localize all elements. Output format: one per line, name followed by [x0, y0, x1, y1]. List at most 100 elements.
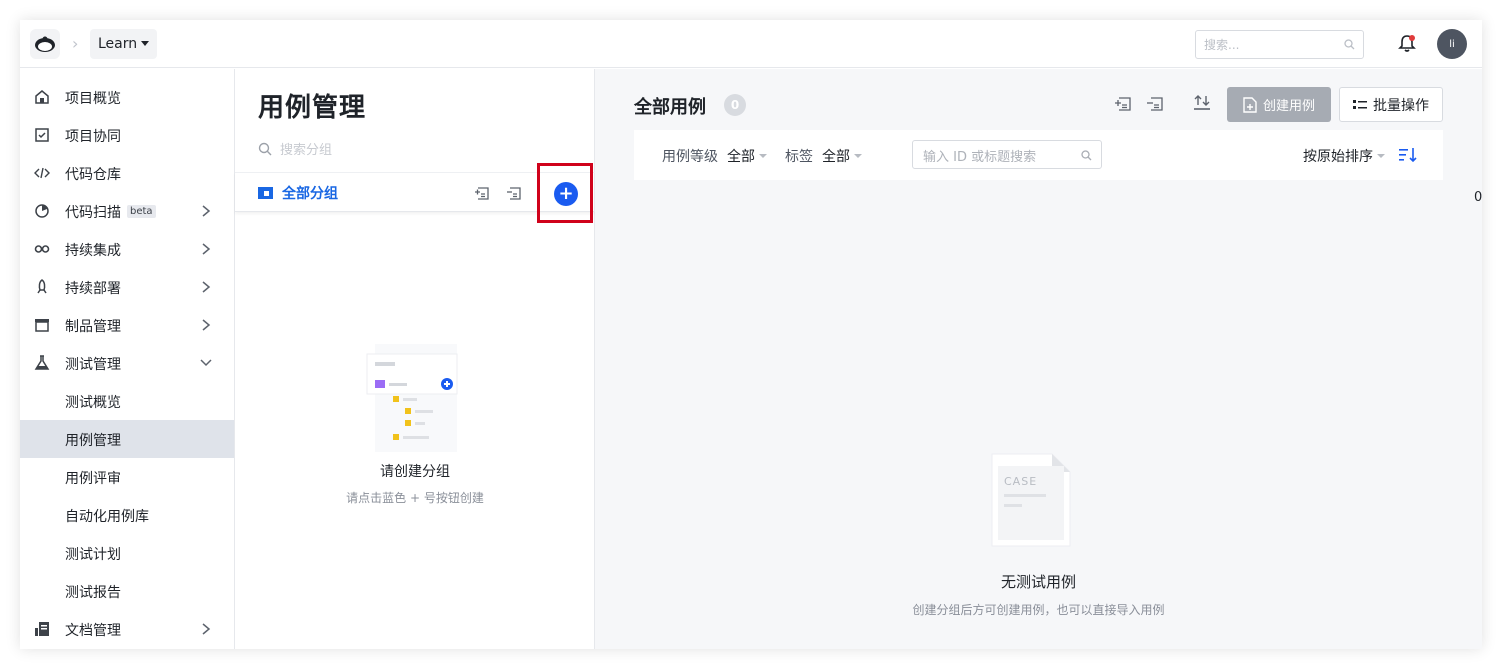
- empty-groups-illustration: [366, 344, 458, 452]
- app-logo[interactable]: [30, 29, 60, 59]
- sidebar-item-label: 测试报告: [65, 585, 121, 601]
- empty-cases-title: 无测试用例: [1000, 573, 1076, 591]
- package-icon: [35, 319, 49, 332]
- case-count-badge: 0: [724, 94, 746, 116]
- chevron-down-icon: [200, 359, 212, 367]
- sidebar-item-docs[interactable]: 文档管理: [20, 610, 234, 648]
- group-search-input[interactable]: 搜索分组: [258, 139, 332, 158]
- code-icon: [34, 167, 50, 179]
- sidebar-item-ci[interactable]: 持续集成: [20, 230, 234, 268]
- sort-select[interactable]: 按原始排序: [1303, 146, 1373, 166]
- app-window: › Learn 搜索... li 项目概览 项目协同 代码仓库 代码扫描 bet…: [20, 20, 1482, 649]
- sidebar-item-test-report[interactable]: 测试报告: [20, 572, 234, 610]
- sidebar-item-label: 持续集成: [65, 243, 121, 259]
- chevron-right-icon: [202, 205, 211, 217]
- expand-all-icon[interactable]: [1114, 95, 1132, 113]
- sidebar-item-label: 项目概览: [65, 91, 121, 107]
- sidebar-item-label: 测试概览: [65, 395, 121, 411]
- scan-icon: [35, 204, 49, 218]
- case-search-input[interactable]: 输入 ID 或标题搜索: [912, 140, 1102, 169]
- create-case-button[interactable]: 创建用例: [1227, 87, 1331, 122]
- sidebar-item-code-repo[interactable]: 代码仓库: [20, 154, 234, 192]
- filter-bar: 用例等级 全部 标签 全部 输入 ID 或标题搜索 按原始排序: [634, 130, 1443, 180]
- sidebar-item-label: 自动化用例库: [65, 509, 149, 525]
- chevron-right-icon: [202, 623, 211, 635]
- global-search-input[interactable]: 搜索...: [1195, 30, 1364, 59]
- folder-icon: [258, 187, 273, 199]
- batch-operation-button[interactable]: 批量操作: [1339, 87, 1443, 122]
- cases-title: 全部用例: [634, 97, 706, 118]
- sidebar-item-label: 制品管理: [65, 319, 121, 335]
- sidebar-item-label: 持续部署: [65, 281, 121, 297]
- sidebar-item-artifacts[interactable]: 制品管理: [20, 306, 234, 344]
- chevron-right-icon: [202, 319, 211, 331]
- chevron-right-icon: [202, 281, 211, 293]
- sidebar-item-automation-library[interactable]: 自动化用例库: [20, 496, 234, 534]
- sidebar-item-case-management[interactable]: 用例管理: [20, 420, 234, 458]
- empty-groups-title: 请创建分组: [380, 464, 450, 480]
- collapse-all-icon[interactable]: [506, 185, 522, 201]
- sidebar-item-collaboration[interactable]: 项目协同: [20, 116, 234, 154]
- project-selector[interactable]: Learn: [90, 29, 158, 59]
- expand-all-icon[interactable]: [474, 185, 490, 201]
- sidebar-item-test-plan[interactable]: 测试计划: [20, 534, 234, 572]
- import-icon[interactable]: [1193, 95, 1211, 113]
- add-file-icon: [1243, 96, 1257, 113]
- tag-filter-label: 标签: [785, 149, 813, 165]
- sidebar-item-project-overview[interactable]: 项目概览: [20, 78, 234, 116]
- sidebar-item-label: 测试计划: [65, 547, 121, 563]
- beta-badge: beta: [127, 205, 156, 218]
- rocket-icon: [37, 279, 47, 294]
- search-icon: [1344, 39, 1355, 50]
- create-case-label: 创建用例: [1262, 99, 1315, 114]
- checkbox-icon: [35, 128, 49, 142]
- top-bar: › Learn 搜索... li: [20, 20, 1482, 68]
- case-illustration-text: CASE: [1004, 475, 1037, 488]
- caret-down-icon: [1377, 154, 1385, 158]
- all-groups-row[interactable]: 全部分组 +: [235, 163, 595, 223]
- home-icon: [35, 90, 49, 104]
- sidebar-item-label: 文档管理: [65, 623, 121, 639]
- sidebar: 项目概览 项目协同 代码仓库 代码扫描 beta 持续集成 持续部署 制品管理 …: [20, 69, 235, 649]
- groups-panel: 用例管理 搜索分组 全部分组 + 请创建分组 请点击蓝色 + 号按钮创建: [235, 69, 595, 649]
- flask-icon: [34, 355, 50, 370]
- sidebar-item-test-overview[interactable]: 测试概览: [20, 382, 234, 420]
- sidebar-item-case-review[interactable]: 用例评审: [20, 458, 234, 496]
- avatar-initials: li: [1449, 38, 1455, 50]
- logo-icon: [35, 36, 55, 52]
- sidebar-item-label: 用例管理: [65, 433, 121, 449]
- group-search-placeholder: 搜索分组: [280, 143, 333, 158]
- caret-down-icon: [854, 154, 862, 158]
- caret-down-icon: [759, 154, 767, 158]
- sidebar-item-test-management[interactable]: 测试管理: [20, 344, 234, 382]
- breadcrumb-separator-icon: ›: [72, 34, 79, 53]
- user-avatar[interactable]: li: [1437, 29, 1467, 59]
- highlight-box: [537, 163, 593, 223]
- notification-dot: [1409, 35, 1415, 41]
- search-icon: [258, 142, 272, 155]
- all-groups-label: 全部分组: [282, 186, 338, 202]
- sidebar-item-cd[interactable]: 持续部署: [20, 268, 234, 306]
- batch-operation-label: 批量操作: [1373, 97, 1429, 114]
- empty-groups-hint: 请点击蓝色 + 号按钮创建: [346, 491, 484, 505]
- chevron-right-icon: [202, 243, 211, 255]
- global-search-placeholder: 搜索...: [1204, 38, 1240, 52]
- sort-order-icon[interactable]: [1399, 147, 1417, 163]
- sidebar-item-label: 代码仓库: [65, 167, 121, 183]
- project-label: Learn: [98, 36, 138, 52]
- document-icon: [35, 622, 49, 636]
- infinity-icon: [34, 245, 50, 253]
- empty-case-illustration: CASE: [991, 453, 1071, 547]
- sidebar-item-label: 项目协同: [65, 129, 121, 145]
- collapse-all-icon[interactable]: [1146, 95, 1164, 113]
- level-filter-label: 用例等级: [662, 149, 718, 165]
- sidebar-item-label: 用例评审: [65, 471, 121, 487]
- caret-down-icon: [141, 41, 150, 46]
- tag-filter-select[interactable]: 全部: [822, 146, 850, 166]
- page-title: 用例管理: [258, 93, 367, 123]
- cases-panel: 全部用例 0 创建用例 批量操作 用例等级 全部 标签 全部 输入 ID 或标题…: [595, 69, 1482, 649]
- sidebar-item-code-scan[interactable]: 代码扫描 beta: [20, 192, 234, 230]
- level-filter-select[interactable]: 全部: [727, 146, 755, 166]
- list-icon: [1353, 99, 1367, 109]
- search-icon: [1081, 150, 1092, 161]
